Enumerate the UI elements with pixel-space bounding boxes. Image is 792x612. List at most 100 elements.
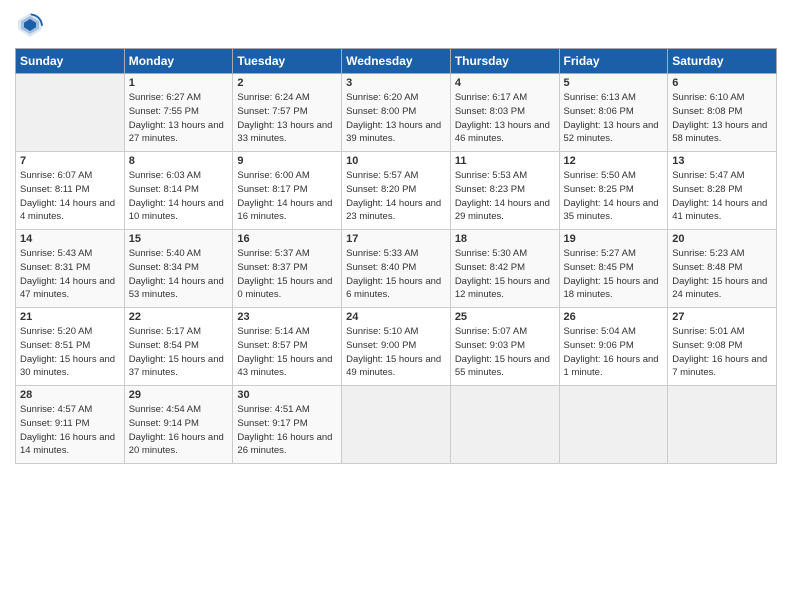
calendar-cell: 3Sunrise: 6:20 AMSunset: 8:00 PMDaylight…	[342, 74, 451, 152]
calendar-body: 1Sunrise: 6:27 AMSunset: 7:55 PMDaylight…	[16, 74, 777, 464]
day-number: 11	[455, 155, 555, 167]
day-of-week-header: Sunday	[16, 49, 125, 74]
calendar-cell: 20Sunrise: 5:23 AMSunset: 8:48 PMDayligh…	[668, 230, 777, 308]
sunrise-text: Sunrise: 6:17 AM	[455, 92, 527, 103]
sunrise-text: Sunrise: 5:30 AM	[455, 248, 527, 259]
sunset-text: Sunset: 9:11 PM	[20, 418, 90, 429]
day-number: 16	[237, 233, 337, 245]
calendar-cell: 1Sunrise: 6:27 AMSunset: 7:55 PMDaylight…	[124, 74, 233, 152]
day-number: 12	[564, 155, 664, 167]
cell-info: Sunrise: 5:17 AMSunset: 8:54 PMDaylight:…	[129, 325, 229, 380]
day-of-week-header: Tuesday	[233, 49, 342, 74]
sunset-text: Sunset: 8:11 PM	[20, 184, 90, 195]
day-number: 17	[346, 233, 446, 245]
day-number: 9	[237, 155, 337, 167]
sunrise-text: Sunrise: 5:33 AM	[346, 248, 418, 259]
sunset-text: Sunset: 8:31 PM	[20, 262, 90, 273]
calendar-cell: 7Sunrise: 6:07 AMSunset: 8:11 PMDaylight…	[16, 152, 125, 230]
day-number: 28	[20, 389, 120, 401]
cell-info: Sunrise: 5:27 AMSunset: 8:45 PMDaylight:…	[564, 247, 664, 302]
calendar-week-row: 21Sunrise: 5:20 AMSunset: 8:51 PMDayligh…	[16, 308, 777, 386]
calendar-cell: 29Sunrise: 4:54 AMSunset: 9:14 PMDayligh…	[124, 386, 233, 464]
sunrise-text: Sunrise: 5:04 AM	[564, 326, 636, 337]
day-number: 3	[346, 77, 446, 89]
sunrise-text: Sunrise: 5:37 AM	[237, 248, 309, 259]
daylight-text: Daylight: 16 hours and 20 minutes.	[129, 432, 224, 457]
daylight-text: Daylight: 14 hours and 53 minutes.	[129, 276, 224, 301]
calendar-cell: 4Sunrise: 6:17 AMSunset: 8:03 PMDaylight…	[450, 74, 559, 152]
calendar-cell	[668, 386, 777, 464]
cell-info: Sunrise: 6:07 AMSunset: 8:11 PMDaylight:…	[20, 169, 120, 224]
daylight-text: Daylight: 14 hours and 29 minutes.	[455, 198, 550, 223]
day-number: 20	[672, 233, 772, 245]
day-number: 19	[564, 233, 664, 245]
daylight-text: Daylight: 15 hours and 6 minutes.	[346, 276, 441, 301]
day-number: 23	[237, 311, 337, 323]
calendar-cell	[450, 386, 559, 464]
daylight-text: Daylight: 14 hours and 16 minutes.	[237, 198, 332, 223]
daylight-text: Daylight: 13 hours and 33 minutes.	[237, 120, 332, 145]
day-number: 22	[129, 311, 229, 323]
sunset-text: Sunset: 8:06 PM	[564, 106, 634, 117]
calendar-cell: 8 Sunrise: 6:03 AMSunset: 8:14 PMDaylight…	[124, 152, 233, 230]
day-number: 25	[455, 311, 555, 323]
daylight-text: Daylight: 16 hours and 26 minutes.	[237, 432, 332, 457]
sunset-text: Sunset: 8:42 PM	[455, 262, 525, 273]
sunset-text: Sunset: 8:25 PM	[564, 184, 634, 195]
daylight-text: Daylight: 15 hours and 37 minutes.	[129, 354, 224, 379]
calendar-cell: 24Sunrise: 5:10 AMSunset: 9:00 PMDayligh…	[342, 308, 451, 386]
cell-info: Sunrise: 4:51 AMSunset: 9:17 PMDaylight:…	[237, 403, 337, 458]
daylight-text: Daylight: 14 hours and 23 minutes.	[346, 198, 441, 223]
sunset-text: Sunset: 8:03 PM	[455, 106, 525, 117]
cell-info: Sunrise: 6:03 AMSunset: 8:14 PMDaylight:…	[129, 169, 229, 224]
day-of-week-header: Thursday	[450, 49, 559, 74]
daylight-text: Daylight: 15 hours and 49 minutes.	[346, 354, 441, 379]
sunset-text: Sunset: 8:23 PM	[455, 184, 525, 195]
sunrise-text: Sunrise: 5:50 AM	[564, 170, 636, 181]
daylight-text: Daylight: 14 hours and 41 minutes.	[672, 198, 767, 223]
sunrise-text: Sunrise: 5:10 AM	[346, 326, 418, 337]
calendar-cell: 5Sunrise: 6:13 AMSunset: 8:06 PMDaylight…	[559, 74, 668, 152]
cell-info: Sunrise: 5:37 AMSunset: 8:37 PMDaylight:…	[237, 247, 337, 302]
cell-info: Sunrise: 6:17 AMSunset: 8:03 PMDaylight:…	[455, 91, 555, 146]
sunrise-text: Sunrise: 5:27 AM	[564, 248, 636, 259]
daylight-text: Daylight: 15 hours and 55 minutes.	[455, 354, 550, 379]
day-number: 8	[129, 155, 229, 167]
sunset-text: Sunset: 9:06 PM	[564, 340, 634, 351]
calendar-cell: 27Sunrise: 5:01 AMSunset: 9:08 PMDayligh…	[668, 308, 777, 386]
sunset-text: Sunset: 8:34 PM	[129, 262, 199, 273]
daylight-text: Daylight: 14 hours and 47 minutes.	[20, 276, 115, 301]
page-container: SundayMondayTuesdayWednesdayThursdayFrid…	[0, 0, 792, 474]
sunrise-text: Sunrise: 6:24 AM	[237, 92, 309, 103]
day-number: 24	[346, 311, 446, 323]
day-number: 4	[455, 77, 555, 89]
cell-info: Sunrise: 5:47 AMSunset: 8:28 PMDaylight:…	[672, 169, 772, 224]
sunset-text: Sunset: 8:48 PM	[672, 262, 742, 273]
sunset-text: Sunset: 8:14 PM	[129, 184, 199, 195]
daylight-text: Daylight: 16 hours and 14 minutes.	[20, 432, 115, 457]
calendar-header-row: SundayMondayTuesdayWednesdayThursdayFrid…	[16, 49, 777, 74]
calendar-cell: 28 Sunrise: 4:57 AM Sunset: 9:11 PM Dayligh…	[16, 386, 125, 464]
sunset-text: Sunset: 8:57 PM	[237, 340, 307, 351]
sunset-text: Sunset: 8:00 PM	[346, 106, 416, 117]
sunrise-text: Sunrise: 6:10 AM	[672, 92, 744, 103]
daylight-text: Daylight: 13 hours and 58 minutes.	[672, 120, 767, 145]
calendar-cell: 12Sunrise: 5:50 AMSunset: 8:25 PMDayligh…	[559, 152, 668, 230]
sunrise-text: Sunrise: 6:07 AM	[20, 170, 92, 181]
sunrise-text: Sunrise: 5:14 AM	[237, 326, 309, 337]
sunset-text: Sunset: 8:37 PM	[237, 262, 307, 273]
daylight-text: Daylight: 16 hours and 7 minutes.	[672, 354, 767, 379]
day-of-week-header: Friday	[559, 49, 668, 74]
sunrise-text: Sunrise: 5:07 AM	[455, 326, 527, 337]
daylight-text: Daylight: 14 hours and 10 minutes.	[129, 198, 224, 223]
cell-info: Sunrise: 5:43 AMSunset: 8:31 PMDaylight:…	[20, 247, 120, 302]
calendar-cell: 15Sunrise: 5:40 AMSunset: 8:34 PMDayligh…	[124, 230, 233, 308]
sunrise-text: Sunrise: 4:57 AM	[20, 404, 92, 415]
sunrise-text: Sunrise: 5:53 AM	[455, 170, 527, 181]
sunrise-text: Sunrise: 6:27 AM	[129, 92, 201, 103]
day-of-week-header: Monday	[124, 49, 233, 74]
sunrise-text: Sunrise: 5:01 AM	[672, 326, 744, 337]
calendar-cell: 30Sunrise: 4:51 AMSunset: 9:17 PMDayligh…	[233, 386, 342, 464]
sunset-text: Sunset: 9:14 PM	[129, 418, 199, 429]
daylight-text: Daylight: 13 hours and 27 minutes.	[129, 120, 224, 145]
